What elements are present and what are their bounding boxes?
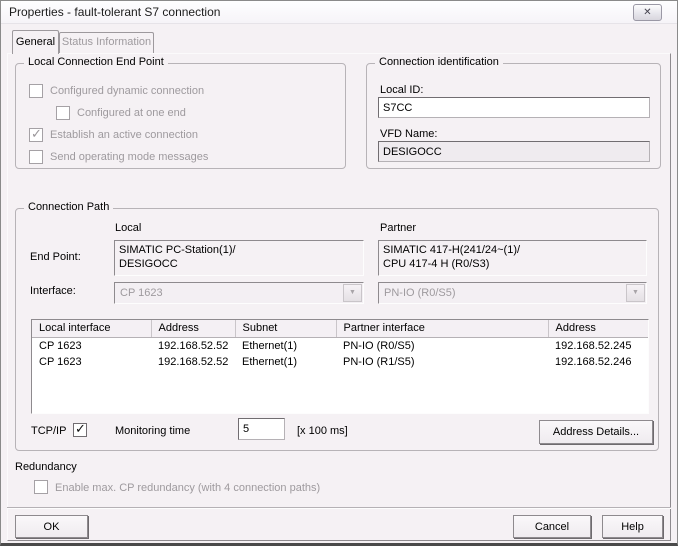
footer-separator [7, 507, 671, 509]
cell-subnet: Ethernet(1) [235, 338, 336, 355]
partner-end-point-display: SIMATIC 417-H(241/24~(1)/ CPU 417-4 H (R… [378, 240, 647, 276]
cell-partner-address: 192.168.52.245 [548, 338, 648, 355]
checkbox-configured-dynamic-connection [29, 84, 43, 98]
partner-interface-value: PN-IO (R0/S5) [384, 287, 456, 299]
col-header-address[interactable]: Address [151, 320, 235, 338]
close-icon: ✕ [643, 7, 651, 18]
cell-partner-interface: PN-IO (R1/S5) [336, 354, 548, 370]
col-header-local-interface[interactable]: Local interface [32, 320, 151, 338]
vfd-name-field [378, 141, 650, 162]
properties-dialog: Properties - fault-tolerant S7 connectio… [0, 0, 678, 546]
local-interface-value: CP 1623 [120, 287, 163, 299]
cancel-button[interactable]: Cancel [513, 515, 591, 538]
ok-button[interactable]: OK [15, 515, 88, 538]
cell-address: 192.168.52.52 [151, 338, 235, 355]
partner-column-label: Partner [380, 222, 416, 234]
end-point-label: End Point: [30, 251, 81, 263]
group-connection-path: Connection Path Local Partner End Point:… [15, 208, 659, 451]
chevron-down-icon: ▼ [626, 284, 645, 302]
table-header-row: Local interface Address Subnet Partner i… [32, 320, 648, 338]
local-id-field[interactable] [378, 97, 650, 118]
col-header-subnet[interactable]: Subnet [235, 320, 336, 338]
title-bar: Properties - fault-tolerant S7 connectio… [1, 1, 677, 24]
checkbox-configured-at-one-end [56, 106, 70, 120]
checkbox-establish-active-connection: ✓ [29, 128, 43, 142]
cell-partner-address: 192.168.52.246 [548, 354, 648, 370]
cell-partner-interface: PN-IO (R0/S5) [336, 338, 548, 355]
partner-interface-dropdown: PN-IO (R0/S5) ▼ [378, 282, 647, 304]
col-header-partner-interface[interactable]: Partner interface [336, 320, 548, 338]
group-local-connection-end-point: Local Connection End Point Configured dy… [15, 63, 346, 169]
monitoring-time-label: Monitoring time [115, 425, 190, 437]
table-row[interactable]: CP 1623 192.168.52.52 Ethernet(1) PN-IO … [32, 338, 648, 355]
tab-status-information[interactable]: Status Information [59, 32, 154, 53]
checkbox-send-operating-mode-messages [29, 150, 43, 164]
cell-local-interface: CP 1623 [32, 354, 151, 370]
close-button[interactable]: ✕ [633, 4, 662, 21]
address-details-button[interactable]: Address Details... [539, 420, 653, 444]
checkbox-establish-active-connection-label: Establish an active connection [50, 129, 198, 141]
cell-local-interface: CP 1623 [32, 338, 151, 355]
local-end-point-line2: DESIGOCC [119, 257, 363, 271]
partner-end-point-line1: SIMATIC 417-H(241/24~(1)/ [383, 243, 646, 257]
window-title: Properties - fault-tolerant S7 connectio… [9, 1, 220, 23]
checkbox-configured-dynamic-connection-label: Configured dynamic connection [50, 85, 204, 97]
tcpip-label: TCP/IP [31, 425, 66, 437]
redundancy-checkbox-label: Enable max. CP redundancy (with 4 connec… [55, 482, 320, 494]
interface-label: Interface: [30, 285, 76, 297]
local-end-point-display: SIMATIC PC-Station(1)/ DESIGOCC [114, 240, 364, 276]
checkbox-configured-at-one-end-label: Configured at one end [77, 107, 186, 119]
group-connection-path-title: Connection Path [24, 201, 113, 213]
local-column-label: Local [115, 222, 141, 234]
tcpip-checkbox[interactable]: ✓ [73, 423, 87, 437]
redundancy-title: Redundancy [15, 461, 77, 473]
local-id-label: Local ID: [380, 84, 423, 96]
monitoring-time-field[interactable] [238, 418, 285, 440]
checkbox-send-operating-mode-messages-label: Send operating mode messages [50, 151, 208, 163]
local-interface-dropdown: CP 1623 ▼ [114, 282, 364, 304]
local-end-point-line1: SIMATIC PC-Station(1)/ [119, 243, 363, 257]
cell-address: 192.168.52.52 [151, 354, 235, 370]
monitoring-time-unit-label: [x 100 ms] [297, 425, 348, 437]
cell-subnet: Ethernet(1) [235, 354, 336, 370]
check-icon: ✓ [75, 421, 86, 437]
tab-general-label: General [16, 36, 55, 48]
check-icon: ✓ [31, 126, 42, 142]
col-header-address-2[interactable]: Address [548, 320, 648, 338]
help-button[interactable]: Help [602, 515, 663, 538]
tab-general[interactable]: General [12, 30, 59, 54]
table-row[interactable]: CP 1623 192.168.52.52 Ethernet(1) PN-IO … [32, 354, 648, 370]
group-local-connection-end-point-title: Local Connection End Point [24, 56, 168, 68]
group-connection-identification-title: Connection identification [375, 56, 503, 68]
tab-status-information-label: Status Information [62, 36, 151, 48]
chevron-down-icon: ▼ [343, 284, 362, 302]
group-connection-identification: Connection identification Local ID: VFD … [366, 63, 661, 169]
partner-end-point-line2: CPU 417-4 H (R0/S3) [383, 257, 646, 271]
redundancy-checkbox [34, 480, 48, 494]
interface-table: Local interface Address Subnet Partner i… [31, 319, 649, 414]
vfd-name-label: VFD Name: [380, 128, 437, 140]
